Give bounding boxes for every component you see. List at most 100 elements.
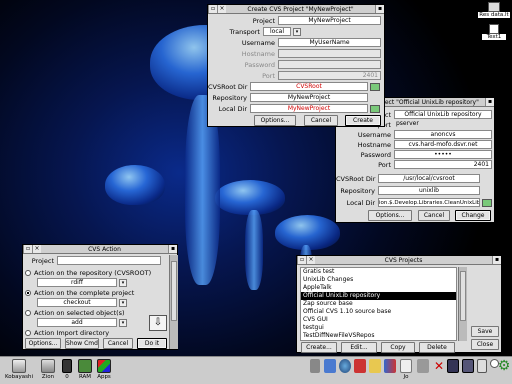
radio-project[interactable] bbox=[25, 290, 31, 296]
list-item[interactable]: Zap source base bbox=[301, 300, 456, 308]
options-button[interactable]: Options... bbox=[254, 115, 296, 126]
toggle-size-icon[interactable]: ▪ bbox=[168, 245, 177, 253]
hostname-field[interactable] bbox=[278, 49, 381, 58]
menu-arrow-icon[interactable]: ▾ bbox=[119, 318, 127, 327]
list-item[interactable]: AppleTalk bbox=[301, 284, 456, 292]
cancel-button[interactable]: Cancel bbox=[418, 210, 450, 221]
password-field[interactable] bbox=[278, 60, 381, 69]
port-field[interactable]: 2401 bbox=[394, 160, 492, 169]
iconbar-item-monitor[interactable] bbox=[446, 359, 460, 374]
menu-arrow-icon[interactable]: ▾ bbox=[119, 298, 127, 307]
close-icon[interactable]: × bbox=[217, 5, 226, 13]
iconbar-item-tool[interactable] bbox=[308, 359, 322, 374]
toggle-size-icon[interactable]: ▪ bbox=[492, 256, 501, 264]
iconbar-item-shell[interactable] bbox=[353, 359, 367, 374]
repository-action-field[interactable]: rdiff bbox=[37, 278, 117, 287]
action-window-titlebar[interactable]: ▫ × CVS Action ▪ bbox=[23, 245, 177, 254]
iconbar-item-zion[interactable]: Zion bbox=[38, 359, 58, 380]
iconbar-item-printer[interactable] bbox=[476, 359, 488, 374]
close-icon[interactable]: × bbox=[32, 245, 41, 253]
username-field[interactable]: anoncvs bbox=[394, 130, 492, 139]
do-it-button[interactable]: Do it bbox=[137, 338, 167, 349]
menu-arrow-icon[interactable]: ▾ bbox=[293, 27, 301, 36]
cancel-button[interactable]: Cancel bbox=[103, 338, 133, 349]
port-field[interactable]: 2401 bbox=[278, 71, 381, 80]
list-item[interactable]: CVS GUI bbox=[301, 316, 456, 324]
iconbar-item-ram[interactable]: RAM bbox=[76, 359, 94, 380]
save-button[interactable]: Save bbox=[471, 326, 499, 337]
radio-repository[interactable] bbox=[25, 270, 31, 276]
username-field[interactable]: MyUserName bbox=[278, 38, 381, 47]
cvsroot-drop-icon[interactable] bbox=[370, 82, 380, 91]
toggle-size-icon[interactable]: ▪ bbox=[485, 98, 494, 106]
iconbar-item-kobayashi[interactable]: Kobayashi bbox=[2, 359, 36, 380]
repository-field[interactable]: MyNewProject bbox=[250, 93, 368, 102]
create-button[interactable]: Create bbox=[345, 115, 381, 126]
project-label: Project bbox=[252, 16, 275, 25]
iconbar-label: 0 bbox=[65, 374, 69, 380]
iconbar-item-close[interactable]: ✕ bbox=[432, 359, 446, 374]
iconbar-item-display[interactable] bbox=[461, 359, 475, 374]
iconbar-item-folder[interactable] bbox=[368, 359, 382, 374]
radio-selected-objects[interactable] bbox=[25, 310, 31, 316]
list-item[interactable]: UnixLib Changes bbox=[301, 276, 456, 284]
cvsroot-field[interactable]: /usr/local/cvsroot bbox=[378, 174, 480, 183]
project-field[interactable]: MyNewProject bbox=[278, 16, 381, 25]
down-arrow-icon[interactable]: ⇩ bbox=[149, 315, 167, 331]
transport-field[interactable]: local bbox=[263, 27, 291, 36]
password-field[interactable]: ••••• bbox=[394, 150, 492, 159]
list-item[interactable]: Gratis test bbox=[301, 268, 456, 276]
create-project-button[interactable]: Create... bbox=[301, 342, 337, 353]
edit-project-button[interactable]: Edit... bbox=[341, 342, 377, 353]
change-button[interactable]: Change bbox=[455, 210, 491, 221]
list-item-selected[interactable]: Official UnixLib repository bbox=[301, 292, 456, 300]
options-button[interactable]: Options... bbox=[25, 338, 61, 349]
iconbar-item-chart[interactable] bbox=[383, 359, 397, 374]
local-dir-drop-icon[interactable] bbox=[482, 198, 492, 207]
iconbar-item-tools[interactable] bbox=[416, 359, 430, 374]
close-icon[interactable]: × bbox=[306, 256, 315, 264]
vertical-scrollbar[interactable] bbox=[169, 255, 178, 349]
show-cmd-button[interactable]: Show Cmd bbox=[65, 338, 99, 349]
close-button[interactable]: Close bbox=[471, 339, 499, 350]
back-icon[interactable]: ▫ bbox=[208, 5, 217, 13]
iconbar-item-gear[interactable]: ⚙ bbox=[496, 359, 512, 374]
projects-window-titlebar[interactable]: ▫ × CVS Projects ▪ bbox=[297, 256, 501, 265]
cvs-action-window: ▫ × CVS Action ▪ Project Action on the r… bbox=[22, 244, 178, 350]
iconbar-label: Kobayashi bbox=[4, 374, 34, 380]
iconbar-item-paint[interactable]: Jo bbox=[398, 359, 414, 380]
menu-arrow-icon[interactable]: ▾ bbox=[119, 278, 127, 287]
local-dir-drop-icon[interactable] bbox=[370, 104, 380, 113]
vertical-scrollbar[interactable] bbox=[458, 267, 467, 341]
project-action-field[interactable]: checkout bbox=[37, 298, 117, 307]
password-label: Password bbox=[360, 150, 391, 159]
list-item[interactable]: testgui bbox=[301, 324, 456, 332]
cancel-button[interactable]: Cancel bbox=[304, 115, 338, 126]
project-field[interactable] bbox=[57, 256, 161, 265]
iconbar-item-cvs[interactable] bbox=[323, 359, 337, 374]
options-button[interactable]: Options... bbox=[368, 210, 412, 221]
list-item[interactable]: Official CVS 1.10 source base bbox=[301, 308, 456, 316]
create-window-titlebar[interactable]: ▫ × Create CVS Project "MyNewProject" ▪ bbox=[208, 5, 384, 14]
pinned-icon-res[interactable]: Res data.lt bbox=[478, 2, 510, 18]
radio-import[interactable] bbox=[25, 330, 31, 336]
cvsroot-field[interactable]: CVSRoot bbox=[250, 82, 368, 91]
project-field[interactable]: Official UnixLib repository bbox=[394, 110, 492, 119]
toggle-size-icon[interactable]: ▪ bbox=[375, 5, 384, 13]
selected-action-field[interactable]: add bbox=[37, 318, 117, 327]
iconbar-item-globe[interactable] bbox=[338, 359, 352, 374]
pinned-icon-text1[interactable]: Text1 bbox=[482, 24, 506, 40]
repository-field[interactable]: unixlib bbox=[378, 186, 480, 195]
back-icon[interactable]: ▫ bbox=[297, 256, 306, 264]
local-dir-field[interactable]: ion.$.Develop.Libraries.CleanUnixLib.uni… bbox=[378, 198, 480, 207]
iconbar-item-apps[interactable]: Apps bbox=[95, 359, 113, 380]
text-file-icon bbox=[489, 24, 499, 34]
back-icon[interactable]: ▫ bbox=[23, 245, 32, 253]
local-dir-field[interactable]: MyNewProject bbox=[250, 104, 368, 113]
copy-project-button[interactable]: Copy bbox=[381, 342, 415, 353]
iconbar-item-floppy[interactable]: 0 bbox=[60, 359, 74, 380]
hostname-field[interactable]: cvs.hard-mofo.dsvr.net bbox=[394, 140, 492, 149]
delete-project-button[interactable]: Delete bbox=[419, 342, 455, 353]
list-item[interactable]: TestDiffNewFileVSRepos bbox=[301, 332, 456, 340]
projects-list[interactable]: Gratis test UnixLib Changes AppleTalk Of… bbox=[300, 267, 457, 341]
